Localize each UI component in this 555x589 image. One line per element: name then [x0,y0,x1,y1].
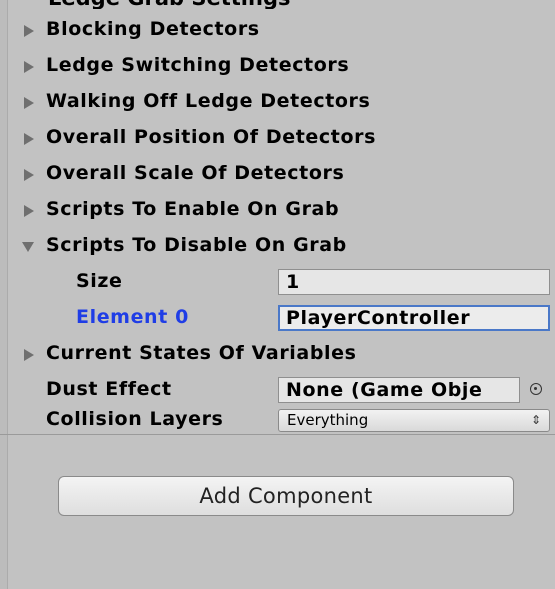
collision-layers-label: Collision Layers [46,408,224,430]
foldout-ledge-switching-detectors[interactable]: Ledge Switching Detectors [0,50,555,84]
foldout-label: Blocking Detectors [46,18,260,40]
foldout-label: Walking Off Ledge Detectors [46,90,371,112]
foldout-current-states-of-variables[interactable]: Current States Of Variables [0,338,555,372]
foldout-label: Overall Scale Of Detectors [46,162,345,184]
foldout-arrow-icon[interactable] [24,25,34,37]
section-divider [0,434,555,435]
array-element-field[interactable]: PlayerController [278,305,550,331]
foldout-overall-position-of-detectors[interactable]: Overall Position Of Detectors [0,122,555,156]
dropdown-arrows-icon: ⇕ [530,413,541,427]
cut-off-header: Ledge Grab Settings [0,0,555,9]
array-size-label: Size [76,270,123,292]
array-size-field[interactable]: 1 [278,269,550,295]
foldout-blocking-detectors[interactable]: Blocking Detectors [0,14,555,48]
foldout-arrow-icon[interactable] [24,61,34,73]
collision-layers-value: Everything [287,411,369,429]
foldout-label: Ledge Switching Detectors [46,54,350,76]
dust-effect-label: Dust Effect [46,378,172,400]
add-component-button[interactable]: Add Component [58,476,514,516]
foldout-scripts-to-disable-on-grab[interactable]: Scripts To Disable On Grab [0,230,555,264]
dust-effect-object-field[interactable]: None (Game Obje [278,377,520,403]
foldout-arrow-icon[interactable] [24,133,34,145]
foldout-label: Current States Of Variables [46,342,357,364]
foldout-arrow-icon[interactable] [24,97,34,109]
foldout-label: Overall Position Of Detectors [46,126,376,148]
array-size-row: Size 1 [0,266,555,300]
dust-effect-row: Dust Effect None (Game Obje [0,374,555,408]
foldout-overall-scale-of-detectors[interactable]: Overall Scale Of Detectors [0,158,555,192]
foldout-label: Scripts To Enable On Grab [46,198,340,220]
collision-layers-row: Collision Layers Everything ⇕ [0,404,555,438]
object-picker-icon[interactable] [530,383,542,395]
collision-layers-dropdown[interactable]: Everything ⇕ [278,409,550,432]
foldout-arrow-icon[interactable] [24,349,34,361]
foldout-label: Scripts To Disable On Grab [46,234,347,256]
foldout-walking-off-ledge-detectors[interactable]: Walking Off Ledge Detectors [0,86,555,120]
array-element-label: Element 0 [76,306,189,328]
foldout-arrow-expanded-icon[interactable] [22,242,34,252]
inspector-panel: Ledge Grab Settings Blocking Detectors L… [0,0,555,589]
foldout-arrow-icon[interactable] [24,205,34,217]
foldout-scripts-to-enable-on-grab[interactable]: Scripts To Enable On Grab [0,194,555,228]
foldout-arrow-icon[interactable] [24,169,34,181]
cut-off-header-text: Ledge Grab Settings [48,0,290,9]
array-element-row: Element 0 PlayerController [0,302,555,336]
